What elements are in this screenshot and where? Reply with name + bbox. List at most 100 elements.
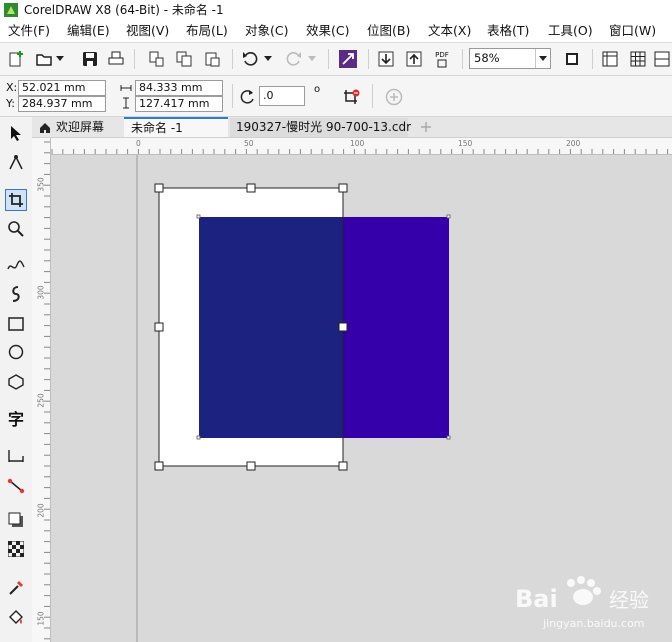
toolbar-separator xyxy=(368,49,369,69)
zoom-level-combobox[interactable]: 58% xyxy=(469,48,551,69)
toolbar-separator xyxy=(372,84,373,108)
home-icon xyxy=(39,121,51,139)
full-screen-preview-button[interactable] xyxy=(562,49,582,69)
open-button[interactable] xyxy=(34,49,54,69)
menu-effects[interactable]: 效果(C) xyxy=(306,23,349,39)
toolbar-separator xyxy=(232,49,233,69)
baidu-watermark-logo: Bai 经验 jingyan.baidu.com xyxy=(513,575,668,635)
crop-clear-icon[interactable] xyxy=(343,89,361,108)
transparency-tool-icon[interactable] xyxy=(5,538,27,560)
zoom-level-value: 58% xyxy=(474,51,500,65)
rectangle-tool-icon[interactable] xyxy=(5,313,27,335)
menu-object[interactable]: 对象(C) xyxy=(245,23,288,39)
new-document-button[interactable] xyxy=(6,49,26,69)
toolbox: 字 xyxy=(0,117,33,642)
standard-toolbar: PDF 58% xyxy=(0,43,672,76)
open-recent-dropdown-icon[interactable] xyxy=(54,49,66,69)
navy-rectangle[interactable] xyxy=(199,217,343,438)
export-button[interactable] xyxy=(404,49,424,69)
toolbar-separator xyxy=(592,49,593,69)
ruler-tick-label: 200 xyxy=(566,139,581,148)
artistic-media-tool-icon[interactable] xyxy=(5,283,27,305)
show-grid-button[interactable] xyxy=(628,49,648,69)
show-rulers-button[interactable] xyxy=(600,49,620,69)
chevron-down-icon[interactable] xyxy=(535,49,550,68)
ruler-tick-label: 300 xyxy=(36,285,46,300)
ruler-tick-label: 250 xyxy=(36,393,46,408)
save-button[interactable] xyxy=(80,49,100,69)
menu-table[interactable]: 表格(T) xyxy=(487,23,529,39)
cut-button[interactable] xyxy=(146,49,166,69)
object-height-field[interactable]: 127.417 mm xyxy=(135,96,223,112)
paste-button[interactable] xyxy=(202,49,222,69)
coreldraw-logo-icon xyxy=(4,3,18,17)
redo-dropdown-icon[interactable] xyxy=(306,49,318,69)
ellipse-tool-icon[interactable] xyxy=(5,341,27,363)
tab-untitled-1[interactable]: 未命名 -1 xyxy=(124,117,228,137)
copy-button[interactable] xyxy=(174,49,194,69)
pick-tool-icon[interactable] xyxy=(5,122,27,144)
print-button[interactable] xyxy=(106,49,126,69)
search-content-button[interactable] xyxy=(338,49,358,69)
menu-file[interactable]: 文件(F) xyxy=(8,23,50,39)
svg-text:jingyan.baidu.com: jingyan.baidu.com xyxy=(542,617,645,630)
redo-button[interactable] xyxy=(284,49,304,69)
zoom-tool-icon[interactable] xyxy=(5,218,27,240)
toolbar-separator xyxy=(134,49,135,69)
crop-tool-icon[interactable] xyxy=(5,189,27,211)
add-preset-icon[interactable] xyxy=(385,88,403,109)
tab-cdr-file[interactable]: 190327-慢时光 90-700-13.cdr xyxy=(230,118,411,137)
import-button[interactable] xyxy=(376,49,396,69)
toolbar-separator xyxy=(462,49,463,69)
height-icon xyxy=(121,97,131,112)
svg-text:经验: 经验 xyxy=(609,588,649,612)
eyedropper-tool-icon[interactable] xyxy=(5,577,27,599)
menu-tools[interactable]: 工具(O) xyxy=(548,23,593,39)
connector-tool-icon[interactable] xyxy=(5,475,27,497)
x-position-label: X: xyxy=(6,81,18,94)
new-tab-button[interactable] xyxy=(418,118,434,137)
vertical-ruler[interactable]: 350 300 250 200 150 xyxy=(32,138,51,642)
property-bar: X: 52.021 mm Y: 284.937 mm 84.333 mm 127… xyxy=(0,76,672,117)
ruler-tick-label: 50 xyxy=(244,139,254,148)
menu-edit[interactable]: 编辑(E) xyxy=(67,23,110,39)
rotation-angle-field[interactable]: .0 xyxy=(259,86,305,106)
menu-bitmaps[interactable]: 位图(B) xyxy=(367,23,410,39)
ruler-tick-label: 100 xyxy=(350,139,365,148)
degree-symbol: o xyxy=(314,84,321,95)
drawing-canvas[interactable]: Bai 经验 jingyan.baidu.com xyxy=(51,155,672,642)
rotate-icon xyxy=(240,89,256,108)
freehand-tool-icon[interactable] xyxy=(5,255,27,277)
toolbar-separator xyxy=(232,84,233,108)
snap-to-button[interactable] xyxy=(652,49,672,69)
ruler-tick-label: 0 xyxy=(136,139,141,148)
svg-text:Bai: Bai xyxy=(515,585,558,613)
ruler-tick-label: 150 xyxy=(458,139,473,148)
ruler-tick-label: 200 xyxy=(36,503,46,518)
undo-button[interactable] xyxy=(240,49,260,69)
interactive-fill-tool-icon[interactable] xyxy=(5,607,27,629)
toolbar-separator xyxy=(328,49,329,69)
object-width-field[interactable]: 84.333 mm xyxy=(135,80,223,96)
publish-to-pdf-button[interactable]: PDF xyxy=(432,49,452,69)
x-position-field[interactable]: 52.021 mm xyxy=(18,80,106,96)
canvas-objects xyxy=(136,155,451,642)
drop-shadow-tool-icon[interactable] xyxy=(5,509,27,531)
parallel-dimension-tool-icon[interactable] xyxy=(5,445,27,467)
title-bar: CorelDRAW X8 (64-Bit) - 未命名 -1 xyxy=(0,0,672,20)
shape-tool-icon[interactable] xyxy=(5,152,27,174)
document-tab-bar: 欢迎屏幕 未命名 -1 190327-慢时光 90-700-13.cdr xyxy=(32,117,672,138)
menu-view[interactable]: 视图(V) xyxy=(126,23,169,39)
menu-text[interactable]: 文本(X) xyxy=(428,23,471,39)
polygon-tool-icon[interactable] xyxy=(5,371,27,393)
tab-welcome-screen[interactable]: 欢迎屏幕 xyxy=(36,118,122,137)
horizontal-ruler[interactable]: 0 50 100 150 200 xyxy=(50,138,672,155)
purple-rectangle[interactable] xyxy=(343,217,449,438)
menu-window[interactable]: 窗口(W) xyxy=(609,23,656,39)
y-position-label: Y: xyxy=(6,97,15,110)
text-tool-icon[interactable]: 字 xyxy=(5,407,27,429)
ruler-tick-label: 150 xyxy=(36,611,46,626)
undo-dropdown-icon[interactable] xyxy=(262,49,274,69)
y-position-field[interactable]: 284.937 mm xyxy=(18,96,106,112)
menu-layout[interactable]: 布局(L) xyxy=(186,23,228,39)
